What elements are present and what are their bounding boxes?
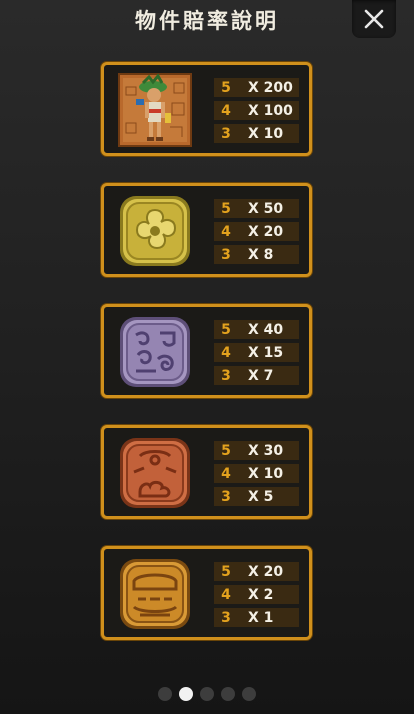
- payout-row: 4 X 2: [214, 585, 299, 604]
- payout-list: 5 X 20 4 X 2 3 X 1: [214, 562, 299, 631]
- match-count: 3: [221, 609, 231, 626]
- payout-row: 5 X 30: [214, 441, 299, 460]
- multiplier: X 7: [248, 367, 274, 384]
- payout-list: 5 X 30 4 X 10 3 X 5: [214, 441, 299, 510]
- match-count: 5: [221, 563, 231, 580]
- payout-row: 5 X 20: [214, 562, 299, 581]
- paytable-panel-warrior: 5 X 200 4 X 100 3 X 10: [101, 62, 312, 156]
- match-count: 5: [221, 321, 231, 338]
- match-count: 5: [221, 200, 231, 217]
- match-count: 4: [221, 586, 231, 603]
- payout-row: 3 X 5: [214, 487, 299, 506]
- paytable-panel-orange: 5 X 20 4 X 2 3 X 1: [101, 546, 312, 640]
- page-dot-2[interactable]: [179, 687, 193, 701]
- payout-row: 3 X 7: [214, 366, 299, 385]
- multiplier: X 20: [248, 563, 284, 580]
- payout-row: 4 X 10: [214, 464, 299, 483]
- mayan-warrior-icon: [118, 73, 192, 147]
- page-indicator: [0, 687, 414, 701]
- multiplier: X 200: [248, 79, 293, 96]
- page-dot-5[interactable]: [242, 687, 256, 701]
- paytable-panel-purple: 5 X 40 4 X 15 3 X 7: [101, 304, 312, 398]
- payout-list: 5 X 200 4 X 100 3 X 10: [214, 78, 299, 147]
- match-count: 4: [221, 465, 231, 482]
- multiplier: X 10: [248, 125, 284, 142]
- payout-row: 3 X 8: [214, 245, 299, 264]
- payout-row: 5 X 200: [214, 78, 299, 97]
- match-count: 3: [221, 488, 231, 505]
- paytable-panel-gold: 5 X 50 4 X 20 3 X 8: [101, 183, 312, 277]
- close-button[interactable]: [352, 0, 396, 38]
- match-count: 4: [221, 344, 231, 361]
- payout-list: 5 X 50 4 X 20 3 X 8: [214, 199, 299, 268]
- payout-row: 4 X 100: [214, 101, 299, 120]
- multiplier: X 50: [248, 200, 284, 217]
- multiplier: X 15: [248, 344, 284, 361]
- payout-row: 4 X 15: [214, 343, 299, 362]
- multiplier: X 20: [248, 223, 284, 240]
- multiplier: X 100: [248, 102, 293, 119]
- match-count: 4: [221, 102, 231, 119]
- payout-row: 3 X 1: [214, 608, 299, 627]
- close-icon[interactable]: [363, 8, 385, 30]
- multiplier: X 5: [248, 488, 274, 505]
- payout-row: 5 X 50: [214, 199, 299, 218]
- multiplier: X 10: [248, 465, 284, 482]
- payout-row: 3 X 10: [214, 124, 299, 143]
- red-glyph-icon: [120, 438, 190, 508]
- page-dot-4[interactable]: [221, 687, 235, 701]
- match-count: 3: [221, 367, 231, 384]
- match-count: 5: [221, 79, 231, 96]
- multiplier: X 2: [248, 586, 274, 603]
- multiplier: X 1: [248, 609, 274, 626]
- paytable-panel-red: 5 X 30 4 X 10 3 X 5: [101, 425, 312, 519]
- match-count: 3: [221, 246, 231, 263]
- orange-glyph-icon: [120, 559, 190, 629]
- match-count: 3: [221, 125, 231, 142]
- payout-row: 5 X 40: [214, 320, 299, 339]
- match-count: 5: [221, 442, 231, 459]
- page-dot-1[interactable]: [158, 687, 172, 701]
- gold-glyph-icon: [120, 196, 190, 266]
- payout-list: 5 X 40 4 X 15 3 X 7: [214, 320, 299, 389]
- multiplier: X 30: [248, 442, 284, 459]
- purple-glyph-icon: [120, 317, 190, 387]
- multiplier: X 40: [248, 321, 284, 338]
- payout-row: 4 X 20: [214, 222, 299, 241]
- page-dot-3[interactable]: [200, 687, 214, 701]
- multiplier: X 8: [248, 246, 274, 263]
- match-count: 4: [221, 223, 231, 240]
